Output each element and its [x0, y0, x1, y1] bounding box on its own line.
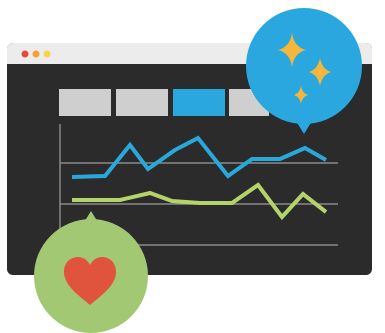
window-minimize-dot[interactable]: [32, 50, 40, 58]
tab-3-active[interactable]: [173, 89, 225, 116]
tab-1[interactable]: [59, 89, 111, 116]
illustration-canvas: [7, 8, 372, 333]
window-zoom-dot[interactable]: [43, 50, 51, 58]
window-close-dot[interactable]: [21, 50, 29, 58]
sparkles-bubble-circle: [246, 8, 362, 124]
tab-2[interactable]: [116, 89, 168, 116]
tab-row: [59, 89, 269, 116]
